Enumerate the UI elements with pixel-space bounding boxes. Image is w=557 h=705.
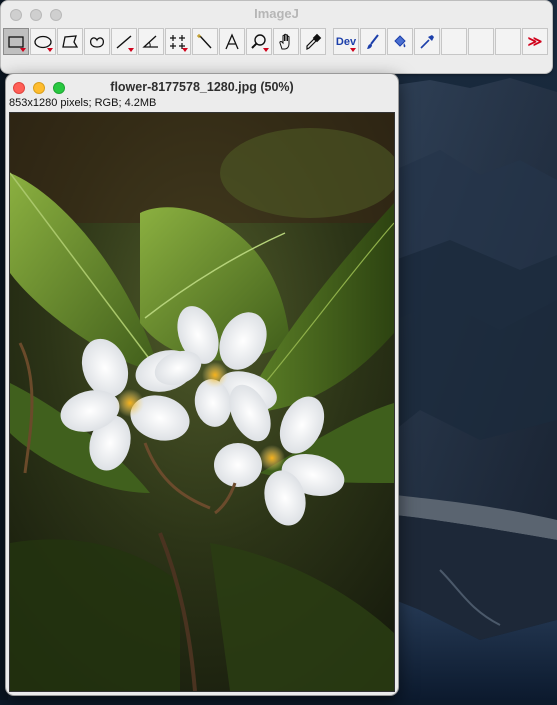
- brush-icon: [367, 33, 379, 49]
- empty-tool-slot-2[interactable]: [468, 28, 494, 55]
- more-tools-button[interactable]: ≫: [522, 28, 548, 55]
- submenu-arrow-icon: [263, 48, 269, 52]
- submenu-arrow-icon: [20, 48, 26, 52]
- pipette-icon: [420, 34, 434, 49]
- angle-tool-button[interactable]: [138, 28, 164, 55]
- text-tool-button[interactable]: [219, 28, 245, 55]
- polygon-tool-button[interactable]: [57, 28, 83, 55]
- hand-tool-button[interactable]: [273, 28, 299, 55]
- tool-bar: Dev ≫: [3, 28, 549, 56]
- eyedropper-icon: [306, 33, 322, 50]
- magnifier-tool-button[interactable]: [246, 28, 272, 55]
- color-picker-tool-button[interactable]: [300, 28, 326, 55]
- flood-fill-tool-button[interactable]: [387, 28, 413, 55]
- text-A-icon: [225, 32, 239, 49]
- dev-menu-button[interactable]: Dev: [333, 28, 359, 55]
- submenu-arrow-icon: [350, 48, 356, 52]
- freehand-tool-button[interactable]: [84, 28, 110, 55]
- line-tool-button[interactable]: [111, 28, 137, 55]
- empty-tool-slot-3[interactable]: [495, 28, 521, 55]
- polygon-selection-icon: [62, 34, 79, 48]
- image-info-text: 853x1280 pixels; RGB; 4.2MB: [9, 97, 157, 109]
- submenu-arrow-icon: [47, 48, 53, 52]
- imagej-toolbar-window: ImageJ Dev ≫: [0, 0, 553, 74]
- image-window: flower-8177578_1280.jpg (50%) 853x1280 p…: [5, 73, 399, 696]
- image-canvas[interactable]: [9, 112, 395, 692]
- freehand-selection-icon: [89, 36, 105, 48]
- hand-icon: [279, 33, 290, 49]
- flood-fill-icon: [394, 34, 406, 47]
- more-tools-icon: ≫: [527, 33, 543, 49]
- wand-icon: [197, 33, 212, 48]
- window-title: ImageJ: [254, 6, 299, 21]
- submenu-arrow-icon: [128, 48, 134, 52]
- rectangle-tool-button[interactable]: [3, 28, 29, 55]
- submenu-arrow-icon: [182, 48, 188, 52]
- image-window-title: flower-8177578_1280.jpg (50%): [110, 80, 294, 94]
- oval-tool-button[interactable]: [30, 28, 56, 55]
- flower-photo: [10, 113, 394, 691]
- angle-icon: [142, 35, 158, 48]
- pipette-tool-button[interactable]: [414, 28, 440, 55]
- empty-tool-slot-1[interactable]: [441, 28, 467, 55]
- point-tool-button[interactable]: [165, 28, 191, 55]
- brush-tool-button[interactable]: [360, 28, 386, 55]
- dev-label: Dev: [335, 35, 357, 48]
- wand-tool-button[interactable]: [192, 28, 218, 55]
